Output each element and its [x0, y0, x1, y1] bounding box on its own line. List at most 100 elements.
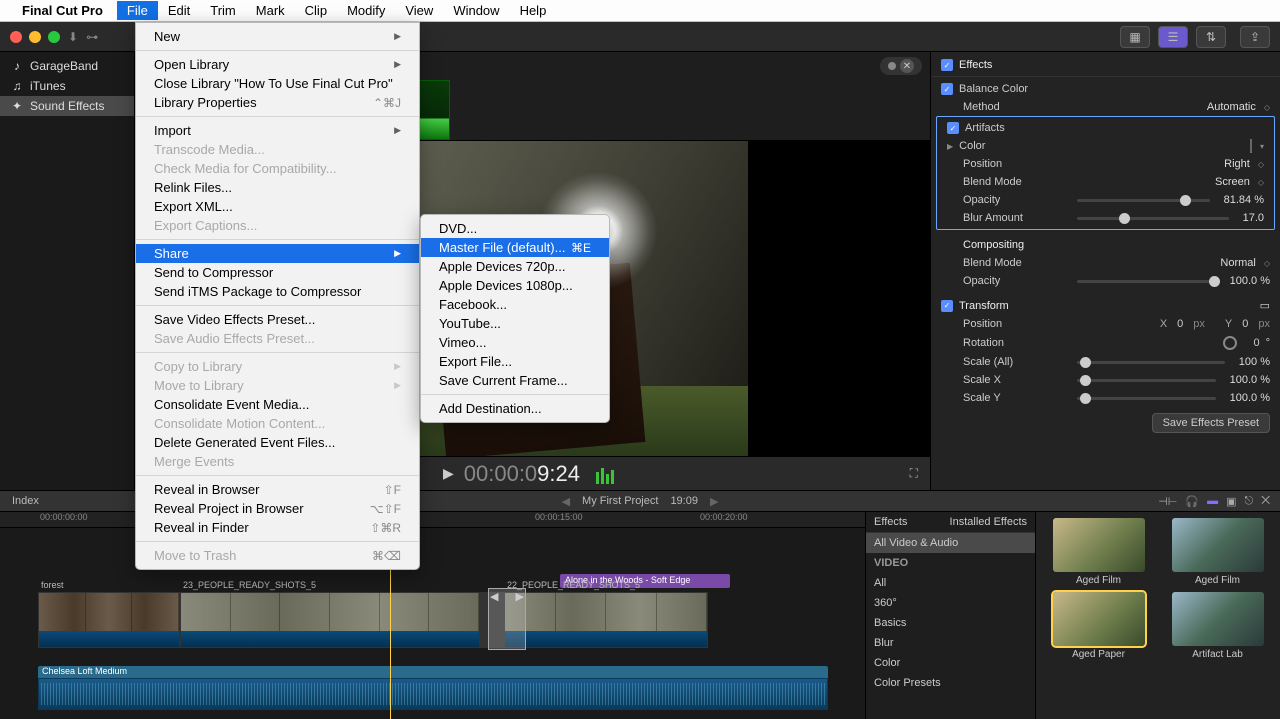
menu-delete-generated[interactable]: Delete Generated Event Files... [136, 433, 419, 452]
clip-forest[interactable]: forest [38, 592, 180, 648]
installed-effects-label[interactable]: Installed Effects [950, 516, 1027, 528]
sidebar-item-sound-effects[interactable]: ✦Sound Effects [0, 96, 134, 116]
chevron-down-icon[interactable]: ▾ [1260, 142, 1264, 151]
menu-edit[interactable]: Edit [158, 1, 200, 20]
share-youtube[interactable]: YouTube... [421, 314, 609, 333]
import-icon[interactable]: ⬇ [68, 30, 78, 44]
menu-open-library[interactable]: Open Library▶ [136, 55, 419, 74]
menu-send-compressor[interactable]: Send to Compressor [136, 263, 419, 282]
share-master-file[interactable]: Master File (default)...⌘E [421, 238, 609, 257]
comp-opacity-row[interactable]: Opacity100.0 % [931, 272, 1280, 290]
timecode-display[interactable]: 00:00:09:24 [464, 461, 580, 487]
share-button[interactable]: ⇪ [1240, 26, 1270, 48]
share-dvd[interactable]: DVD... [421, 219, 609, 238]
menu-library-properties[interactable]: Library Properties⌃⌘J [136, 93, 419, 112]
sidebar-item-itunes[interactable]: ♫iTunes [0, 76, 134, 96]
fx-cat-color-presets[interactable]: Color Presets [866, 673, 1035, 693]
timeline-fx-icon[interactable]: ⎋ [1244, 495, 1253, 508]
scale-all-row[interactable]: Scale (All)100 % [931, 353, 1280, 371]
menu-mark[interactable]: Mark [246, 1, 295, 20]
menu-window[interactable]: Window [443, 1, 509, 20]
checkbox-icon[interactable]: ✓ [941, 83, 953, 95]
sidebar-item-garageband[interactable]: ♪GarageBand [0, 56, 134, 76]
fullscreen-icon[interactable]: ⛶ [910, 466, 918, 481]
menu-reveal-finder[interactable]: Reveal in Finder⇧⌘R [136, 518, 419, 537]
share-vimeo[interactable]: Vimeo... [421, 333, 609, 352]
timeline-fx-icon[interactable]: ⨉ [1261, 495, 1270, 508]
solo-icon[interactable]: ▬ [1207, 495, 1218, 508]
effect-aged-film-2[interactable]: Aged Film [1161, 518, 1274, 586]
close-window-button[interactable] [10, 31, 22, 43]
menu-save-video-fx[interactable]: Save Video Effects Preset... [136, 310, 419, 329]
snapping-icon[interactable]: ▣ [1226, 495, 1236, 508]
menu-close-library[interactable]: Close Library "How To Use Final Cut Pro" [136, 74, 419, 93]
clip-view-grid-button[interactable]: ▦ [1120, 26, 1150, 48]
share-facebook[interactable]: Facebook... [421, 295, 609, 314]
effect-aged-film[interactable]: Aged Film [1042, 518, 1155, 586]
checkbox-icon[interactable]: ✓ [941, 300, 953, 312]
inspector-toggle-button[interactable]: ⇅ [1196, 26, 1226, 48]
clip-view-list-button[interactable]: ☰ [1158, 26, 1188, 48]
scale-x-row[interactable]: Scale X100.0 % [931, 371, 1280, 389]
blur-slider[interactable] [1077, 217, 1229, 220]
fx-cat-color[interactable]: Color [866, 653, 1035, 673]
event-chip[interactable]: ✕ [880, 57, 922, 75]
color-row[interactable]: ▶Color▾ [937, 137, 1274, 155]
scale-y-row[interactable]: Scale Y100.0 % [931, 389, 1280, 407]
connected-audio-clip[interactable]: Chelsea Loft Medium [38, 666, 828, 710]
checkbox-icon[interactable]: ✓ [947, 122, 959, 134]
share-add-destination[interactable]: Add Destination... [421, 399, 609, 418]
timeline-ruler[interactable]: 00:00:00:0000:00:05:0000:00:10:0000:00:1… [0, 512, 865, 528]
menu-relink[interactable]: Relink Files... [136, 178, 419, 197]
zoom-window-button[interactable] [48, 31, 60, 43]
menu-reveal-project[interactable]: Reveal Project in Browser⌥⇧F [136, 499, 419, 518]
fx-cat-all-video-audio[interactable]: All Video & Audio [866, 533, 1035, 553]
minimize-window-button[interactable] [29, 31, 41, 43]
menu-export-xml[interactable]: Export XML... [136, 197, 419, 216]
menu-modify[interactable]: Modify [337, 1, 395, 20]
effect-aged-paper[interactable]: Aged Paper [1042, 592, 1155, 660]
audio-skim-icon[interactable]: 🎧 [1185, 495, 1199, 508]
fx-cat-blur[interactable]: Blur [866, 633, 1035, 653]
play-button[interactable]: ▶ [443, 465, 454, 482]
share-export-file[interactable]: Export File... [421, 352, 609, 371]
method-row[interactable]: MethodAutomatic◇ [931, 98, 1280, 116]
balance-color-row[interactable]: ✓Balance Color [931, 80, 1280, 98]
menu-help[interactable]: Help [510, 1, 557, 20]
menu-import[interactable]: Import▶ [136, 121, 419, 140]
fx-cat-all[interactable]: All [866, 573, 1035, 593]
effect-artifact-lab[interactable]: Artifact Lab [1161, 592, 1274, 660]
menu-reveal-browser[interactable]: Reveal in Browser⇧F [136, 480, 419, 499]
clip-people-22[interactable]: 22_PEOPLE_READY_SHOTS_5 [504, 592, 708, 648]
t-position-row[interactable]: PositionX0pxY0px [931, 315, 1280, 333]
checkbox-icon[interactable]: ✓ [941, 59, 953, 71]
clip-people-23[interactable]: 23_PEOPLE_READY_SHOTS_5 [180, 592, 480, 648]
app-name[interactable]: Final Cut Pro [22, 3, 103, 18]
index-button[interactable]: Index [12, 495, 39, 507]
opacity-slider[interactable] [1077, 199, 1210, 202]
rotation-row[interactable]: Rotation0 ° [931, 333, 1280, 353]
fx-cat-basics[interactable]: Basics [866, 613, 1035, 633]
opacity-row[interactable]: Opacity81.84 % [937, 191, 1274, 209]
predicate-slider[interactable] [1077, 280, 1216, 283]
skimming-icon[interactable]: ⊣⊢ [1158, 495, 1177, 508]
menu-file[interactable]: File [117, 1, 158, 20]
artifacts-row[interactable]: ✓Artifacts [937, 119, 1274, 137]
menu-clip[interactable]: Clip [295, 1, 337, 20]
menu-share[interactable]: Share▶ [136, 244, 419, 263]
trim-handles[interactable]: ◀▶ [488, 588, 526, 650]
menu-trim[interactable]: Trim [200, 1, 246, 20]
share-apple-720[interactable]: Apple Devices 720p... [421, 257, 609, 276]
comp-blend-row[interactable]: Blend ModeNormal◇ [931, 254, 1280, 272]
menu-view[interactable]: View [395, 1, 443, 20]
share-apple-1080[interactable]: Apple Devices 1080p... [421, 276, 609, 295]
menu-send-itms[interactable]: Send iTMS Package to Compressor [136, 282, 419, 301]
color-swatch[interactable] [1250, 139, 1252, 153]
blend-mode-row[interactable]: Blend ModeScreen◇ [937, 173, 1274, 191]
keyword-icon[interactable]: ⊶ [86, 30, 98, 44]
save-effects-preset-button[interactable]: Save Effects Preset [1152, 413, 1270, 433]
position-row[interactable]: PositionRight◇ [937, 155, 1274, 173]
menu-new[interactable]: New▶ [136, 27, 419, 46]
blur-row[interactable]: Blur Amount17.0 [937, 209, 1274, 227]
fx-cat-360[interactable]: 360° [866, 593, 1035, 613]
